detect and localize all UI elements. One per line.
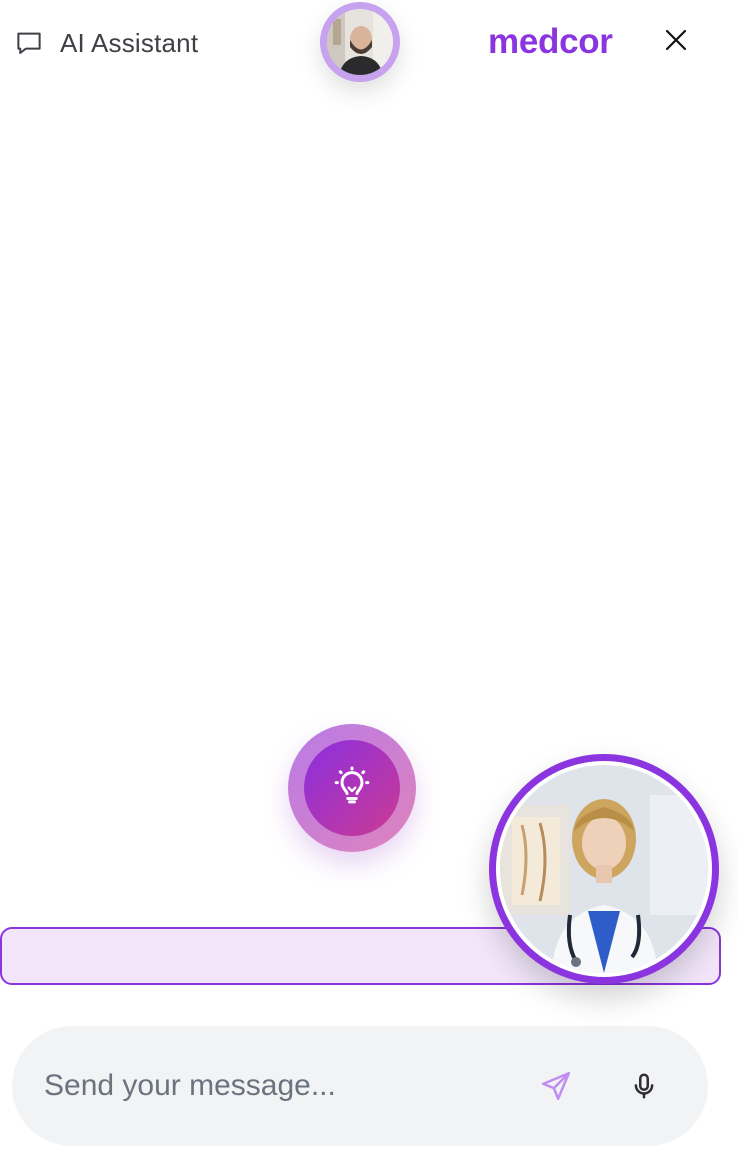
close-button[interactable] — [660, 26, 692, 58]
doctor-avatar[interactable] — [489, 754, 719, 984]
message-input[interactable] — [44, 1064, 504, 1108]
microphone-icon — [629, 1071, 659, 1106]
brand-logo: medcor — [488, 22, 613, 61]
suggestions-button[interactable] — [288, 724, 416, 852]
close-icon — [664, 28, 688, 57]
lightbulb-icon — [332, 766, 372, 811]
header: AI Assistant — [14, 26, 198, 60]
message-composer — [12, 1026, 708, 1146]
send-button[interactable] — [536, 1068, 576, 1108]
send-icon — [539, 1069, 573, 1108]
header-title: AI Assistant — [60, 27, 199, 58]
microphone-button[interactable] — [624, 1068, 664, 1108]
chat-bubble-icon — [14, 28, 44, 58]
chat-widget: AI Assistant medcor — [0, 0, 738, 1162]
user-avatar[interactable] — [320, 2, 400, 82]
